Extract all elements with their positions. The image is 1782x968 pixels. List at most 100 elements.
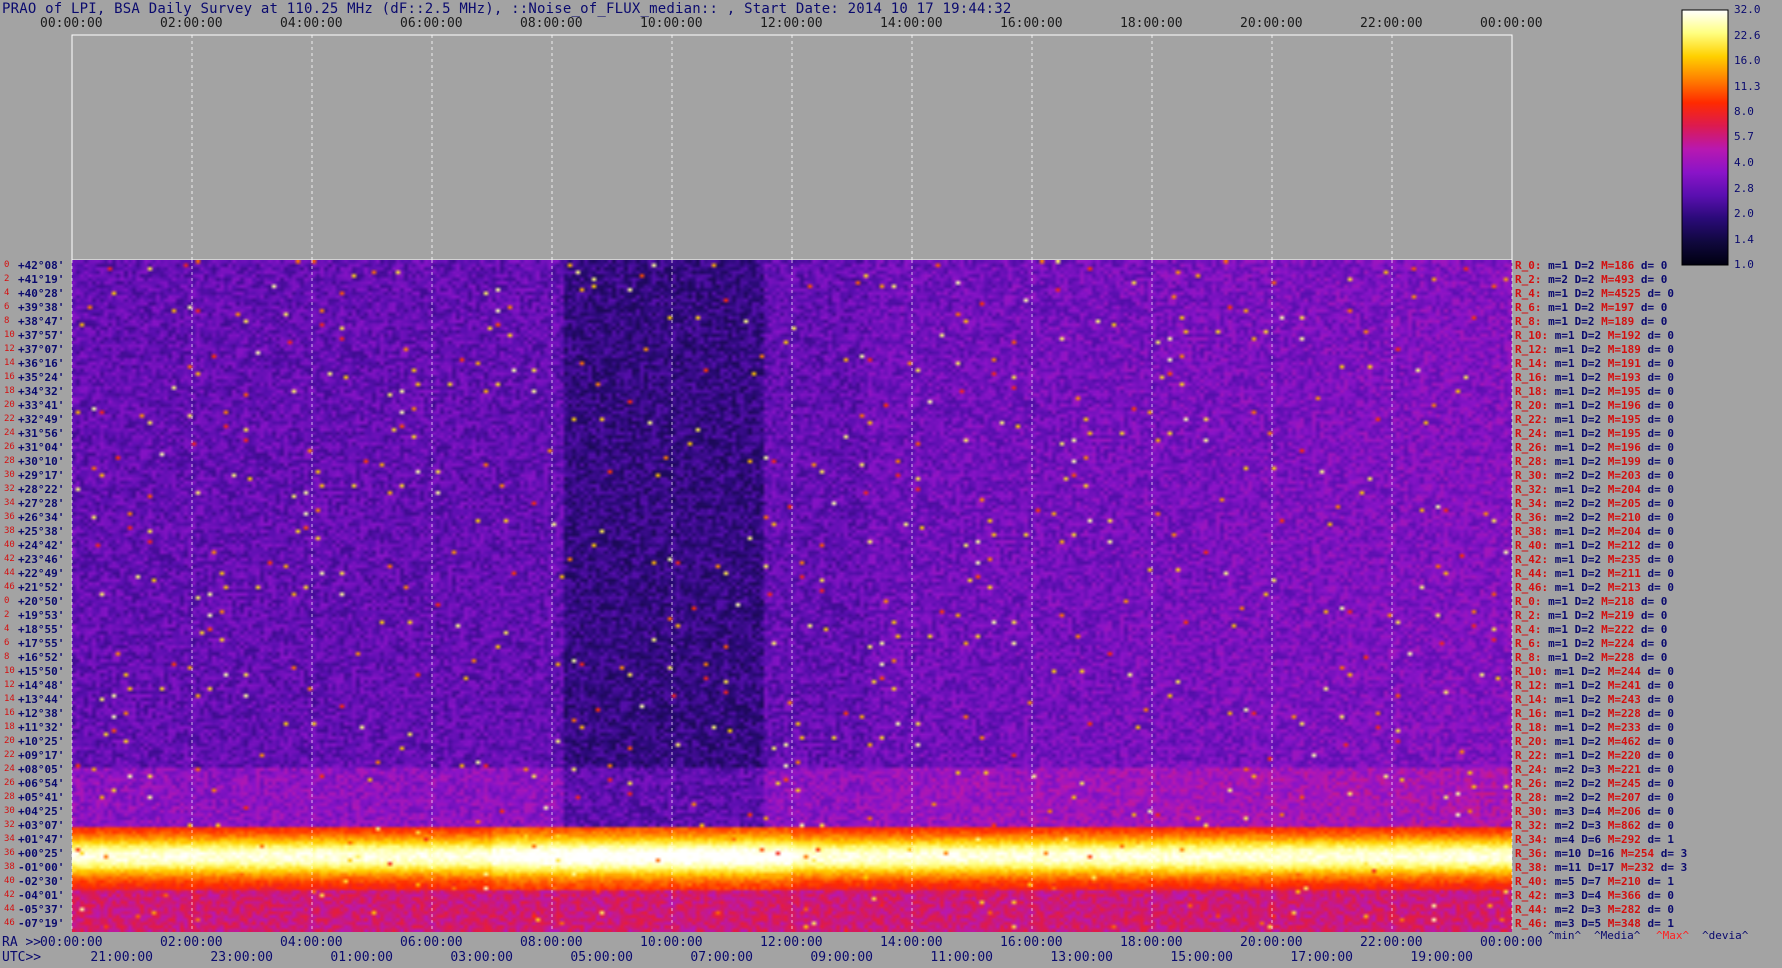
row-stat-value: M=206 — [1601, 805, 1641, 818]
row-stat-value: M=243 — [1601, 693, 1641, 706]
row-stat-value: D=2 — [1574, 791, 1602, 804]
declination-label: +04°25' — [18, 805, 65, 818]
row-stat-value: R_16: — [1515, 371, 1549, 384]
row-stat-value: m=1 — [1548, 749, 1575, 762]
row-stat-value: R_10: — [1515, 329, 1549, 342]
row-number-label: 0 — [4, 260, 10, 270]
declination-label: -05°37' — [18, 903, 65, 916]
row-stat-value: D=2 — [1568, 609, 1595, 622]
ra-tick-label: 04:00:00 — [280, 935, 343, 950]
row-number-label: 18 — [4, 722, 15, 732]
top-tick-label: 00:00:00 — [40, 16, 103, 31]
row-stat-value: d= 0 — [1634, 301, 1668, 314]
declination-label: +33°41' — [18, 399, 65, 412]
declination-label: -02°30' — [18, 875, 65, 888]
row-stat-value: m=1 — [1541, 595, 1568, 608]
row-stat-value: D=2 — [1574, 385, 1602, 398]
row-stat-value: m=1 — [1541, 315, 1568, 328]
row-stat-value: D=2 — [1574, 679, 1602, 692]
row-stats: R_24: m=1 D=2 M=195 d= 0 — [1515, 427, 1674, 440]
row-stat-value: m=1 — [1541, 609, 1568, 622]
row-stat-value: d= 0 — [1640, 735, 1674, 748]
row-stat-value: d= 0 — [1640, 539, 1674, 552]
row-stats: R_12: m=1 D=2 M=241 d= 0 — [1515, 679, 1674, 692]
row-stats: R_2: m=2 D=2 M=493 d= 0 — [1515, 273, 1667, 286]
row-stat-value: D=2 — [1568, 595, 1595, 608]
declination-label: +20°50' — [18, 595, 65, 608]
row-stats: R_34: m=4 D=6 M=292 d= 1 — [1515, 833, 1674, 846]
row-stat-value: d= 0 — [1640, 777, 1674, 790]
row-stat-value: M=862 — [1601, 819, 1641, 832]
declination-label: -07°19' — [18, 917, 65, 930]
row-stat-value: R_28: — [1515, 455, 1549, 468]
row-stat-value: d= 0 — [1640, 427, 1674, 440]
row-stat-value: d= 0 — [1634, 637, 1668, 650]
colorbar-tick-label: 32.0 — [1734, 3, 1761, 16]
colorbar — [1681, 9, 1729, 266]
row-stat-value: d= 0 — [1640, 483, 1674, 496]
row-stat-value: M=221 — [1601, 763, 1641, 776]
row-stat-value: M=186 — [1594, 259, 1635, 272]
row-stat-value: d= 0 — [1640, 763, 1674, 776]
row-stat-value: d= 0 — [1640, 343, 1674, 356]
top-tick-label: 00:00:00 — [1480, 16, 1543, 31]
row-stats: R_0: m=1 D=2 M=218 d= 0 — [1515, 595, 1667, 608]
ra-tick-label: 16:00:00 — [1000, 935, 1063, 950]
row-stat-value: m=1 — [1548, 385, 1575, 398]
row-stat-value: d= 0 — [1640, 371, 1674, 384]
row-stat-value: M=232 — [1614, 861, 1655, 874]
row-stat-value: D=2 — [1574, 553, 1602, 566]
ra-tick-label: 12:00:00 — [760, 935, 823, 950]
declination-label: +37°07' — [18, 343, 65, 356]
row-stat-value: R_20: — [1515, 399, 1549, 412]
declination-label: +30°10' — [18, 455, 65, 468]
row-stat-value: M=212 — [1601, 539, 1641, 552]
row-stat-value: R_30: — [1515, 469, 1549, 482]
row-number-label: 2 — [4, 610, 10, 620]
row-stat-value: M=220 — [1601, 749, 1641, 762]
row-stat-value: D=6 — [1574, 833, 1602, 846]
row-stats: R_42: m=1 D=2 M=235 d= 0 — [1515, 553, 1674, 566]
row-stat-value: m=1 — [1548, 581, 1575, 594]
row-stat-value: d= 1 — [1640, 875, 1674, 888]
ra-tick-label: 10:00:00 — [640, 935, 703, 950]
declination-label: +25°38' — [18, 525, 65, 538]
row-stat-value: d= 0 — [1640, 903, 1674, 916]
row-number-label: 0 — [4, 596, 10, 606]
row-stat-value: M=207 — [1601, 791, 1641, 804]
row-number-label: 34 — [4, 834, 15, 844]
stats-legend-media: ^Media^ — [1594, 929, 1641, 942]
row-stat-value: D=7 — [1574, 875, 1602, 888]
row-stat-value: R_16: — [1515, 707, 1549, 720]
row-stat-value: m=1 — [1548, 483, 1575, 496]
row-stat-value: D=2 — [1574, 343, 1602, 356]
row-stat-value: d= 0 — [1640, 749, 1674, 762]
row-stat-value: m=1 — [1541, 623, 1568, 636]
row-stat-value: m=10 — [1548, 847, 1582, 860]
row-stat-value: M=233 — [1601, 721, 1641, 734]
row-stat-value: R_4: — [1515, 623, 1542, 636]
colorbar-tick-label: 1.4 — [1734, 233, 1754, 247]
row-stat-value: m=1 — [1548, 679, 1575, 692]
row-stat-value: R_18: — [1515, 721, 1549, 734]
row-stat-value: d= 0 — [1634, 651, 1668, 664]
row-stat-value: M=462 — [1601, 735, 1641, 748]
row-number-label: 30 — [4, 806, 15, 816]
row-stats: R_14: m=1 D=2 M=191 d= 0 — [1515, 357, 1674, 370]
row-stat-value: R_20: — [1515, 735, 1549, 748]
row-stat-value: d= 0 — [1634, 315, 1668, 328]
row-stat-value: R_38: — [1515, 525, 1549, 538]
top-tick-label: 14:00:00 — [880, 16, 943, 31]
row-stat-value: D=4 — [1574, 889, 1602, 902]
row-stat-value: M=195 — [1601, 385, 1641, 398]
row-stat-value: m=1 — [1548, 735, 1575, 748]
declination-label: +16°52' — [18, 651, 65, 664]
declination-label: +40°28' — [18, 287, 65, 300]
row-stat-value: d= 0 — [1640, 329, 1674, 342]
row-stat-value: R_34: — [1515, 833, 1549, 846]
row-stat-value: D=2 — [1574, 455, 1602, 468]
row-stat-value: d= 0 — [1640, 889, 1674, 902]
row-stat-value: R_38: — [1515, 861, 1549, 874]
utc-tick-label: 15:00:00 — [1170, 950, 1234, 965]
row-stat-value: m=1 — [1548, 525, 1575, 538]
